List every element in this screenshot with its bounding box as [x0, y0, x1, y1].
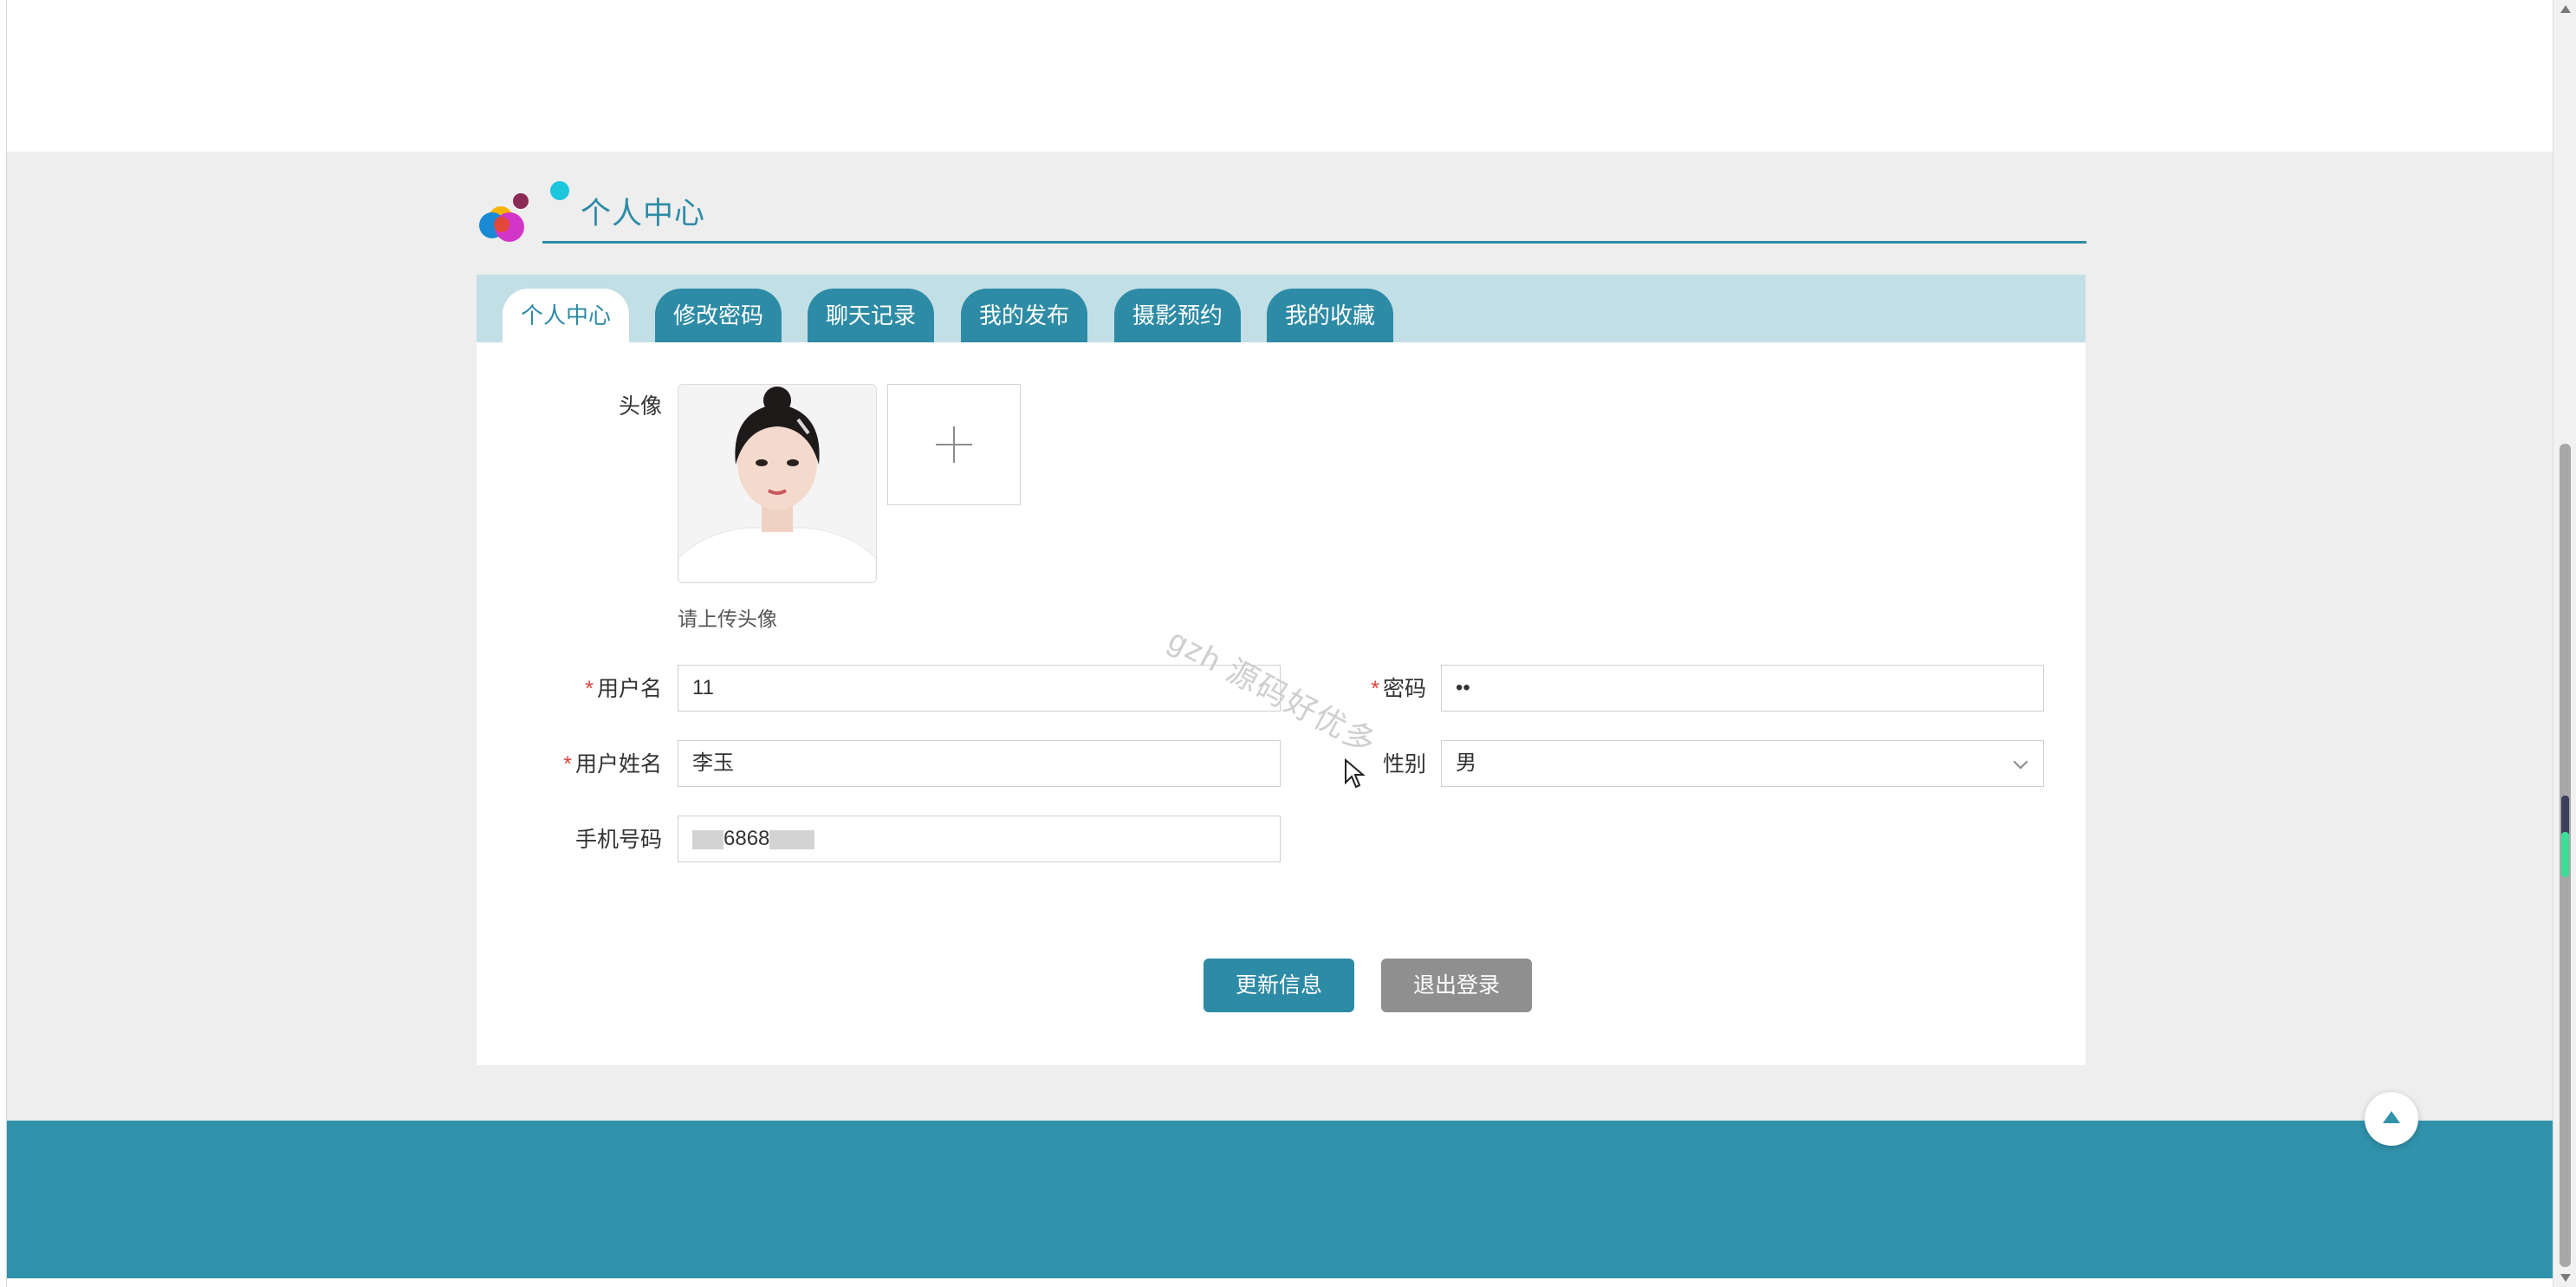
phone-value-visible: 6868 [723, 827, 770, 850]
footer [7, 1121, 2553, 1278]
tab-bar: 个人中心 修改密码 聊天记录 我的发布 摄影预约 我的收藏 [477, 275, 2086, 342]
username-label: * 用户名 [511, 672, 662, 703]
page-title: 个人中心 [581, 197, 706, 231]
required-mark: * [1371, 677, 1379, 701]
password-label-text: 密码 [1382, 677, 1426, 701]
username-label-text: 用户名 [596, 677, 662, 701]
scroll-marker [2561, 832, 2569, 877]
username-input[interactable]: 11 [678, 665, 1281, 712]
realname-label-text: 用户姓名 [574, 752, 662, 777]
password-value: •• [1456, 676, 1470, 699]
avatar-portrait-image [678, 385, 876, 582]
redacted-block [769, 829, 815, 849]
logo-bubbles-icon [479, 181, 569, 242]
title-underline [542, 241, 2086, 244]
plus-icon-vertical [953, 426, 955, 463]
phone-label: 手机号码 [574, 828, 662, 852]
password-input[interactable]: •• [1441, 665, 2044, 712]
back-to-top-icon [2383, 1111, 2400, 1123]
phone-input[interactable]: 6868 [678, 816, 1281, 862]
scroll-down-icon[interactable] [2560, 1274, 2571, 1282]
upload-avatar-button[interactable] [887, 384, 1021, 505]
gender-value: 男 [1456, 751, 1476, 775]
header-area [7, 0, 2553, 152]
tab-change-password[interactable]: 修改密码 [655, 289, 782, 342]
window-left-edge [0, 0, 7, 1287]
page-scrollbar[interactable] [2553, 0, 2576, 1287]
username-value: 11 [692, 676, 714, 699]
avatar-label: 头像 [618, 394, 662, 419]
tab-my-posts[interactable]: 我的发布 [961, 289, 1087, 342]
update-info-button[interactable]: 更新信息 [1204, 959, 1354, 1012]
tab-my-favorites[interactable]: 我的收藏 [1267, 289, 1393, 342]
required-mark: * [563, 752, 572, 777]
required-mark: * [585, 677, 594, 701]
realname-input[interactable]: 李玉 [678, 740, 1281, 787]
logout-button[interactable]: 退出登录 [1381, 959, 1532, 1012]
back-to-top-button[interactable] [2365, 1092, 2418, 1146]
scroll-up-icon[interactable] [2560, 5, 2571, 13]
realname-label: * 用户姓名 [511, 747, 662, 778]
scroll-marker [2561, 796, 2569, 837]
chevron-down-icon [2013, 754, 2028, 770]
avatar[interactable] [678, 384, 877, 583]
gender-select[interactable]: 男 [1441, 740, 2044, 787]
realname-value: 李玉 [692, 751, 734, 775]
redacted-block [692, 829, 723, 849]
tab-personal-center[interactable]: 个人中心 [503, 289, 629, 342]
tab-chat-history[interactable]: 聊天记录 [808, 289, 934, 342]
avatar-hint: 请上传头像 [678, 608, 777, 630]
tab-photo-booking[interactable]: 摄影预约 [1114, 289, 1241, 342]
mouse-cursor-icon [1345, 758, 1366, 789]
